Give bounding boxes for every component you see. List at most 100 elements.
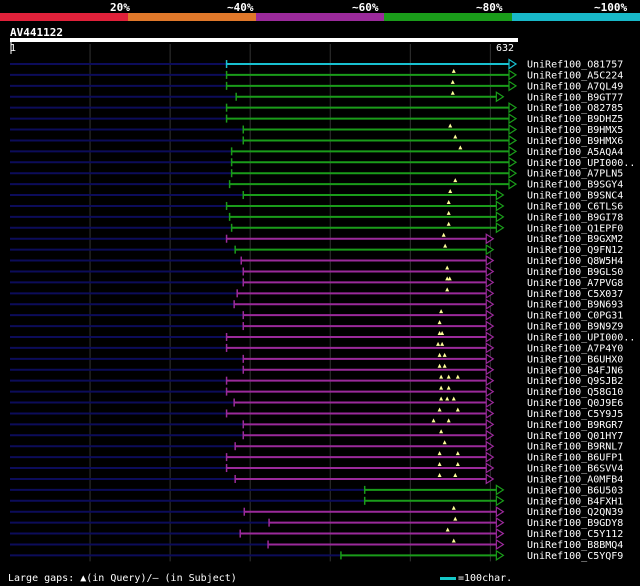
hit-name-link[interactable]: UniRef100_B6SVV4 bbox=[527, 464, 623, 475]
hit-row[interactable]: UniRef100_B4FXH1 bbox=[10, 495, 623, 507]
hit-row[interactable]: UniRef100_B9RGR7 bbox=[10, 418, 623, 431]
query-gap-icon bbox=[448, 189, 453, 194]
hit-name-link[interactable]: UniRef100_Q9SJB2 bbox=[527, 376, 623, 387]
hit-row[interactable]: UniRef100_O82785 bbox=[10, 102, 623, 114]
hit-row[interactable]: UniRef100_Q2QN39 bbox=[10, 505, 623, 518]
hit-row[interactable]: UniRef100_B9GLS0 bbox=[10, 265, 623, 278]
hit-name-link[interactable]: UniRef100_UPI000.. bbox=[527, 333, 635, 344]
hit-row[interactable]: UniRef100_Q8W5H4 bbox=[10, 254, 623, 267]
hit-name-link[interactable]: UniRef100_B9SGY4 bbox=[527, 180, 623, 191]
hit-row[interactable]: UniRef100_Q1EPF0 bbox=[10, 221, 623, 235]
hit-name-link[interactable]: UniRef100_Q58G10 bbox=[527, 387, 623, 398]
hit-name-link[interactable]: UniRef100_A5AQA4 bbox=[527, 147, 623, 158]
hit-name-link[interactable]: UniRef100_B9SNC4 bbox=[527, 191, 623, 202]
hit-name-link[interactable]: UniRef100_A7QL49 bbox=[527, 81, 623, 92]
hit-name-link[interactable]: UniRef100_UPI000.. bbox=[527, 158, 635, 169]
hit-row[interactable]: UniRef100_O81757 bbox=[10, 58, 623, 71]
hit-row[interactable]: UniRef100_B4FJN6 bbox=[10, 363, 623, 377]
hit-row[interactable]: UniRef100_A7QL49 bbox=[10, 79, 623, 93]
hit-row[interactable]: UniRef100_Q9SJB2 bbox=[10, 374, 623, 388]
hit-name-link[interactable]: UniRef100_A0MFB4 bbox=[527, 474, 623, 485]
hit-name-link[interactable]: UniRef100_B9DHZ5 bbox=[527, 114, 623, 125]
hit-name-link[interactable]: UniRef100_B9RGR7 bbox=[527, 420, 623, 431]
hit-name-link[interactable]: UniRef100_Q01HY7 bbox=[527, 431, 623, 442]
hit-row[interactable]: UniRef100_C6TLS6 bbox=[10, 199, 623, 213]
hit-row[interactable]: UniRef100_A5C224 bbox=[10, 68, 623, 82]
hit-row[interactable]: UniRef100_B9DHZ5 bbox=[10, 113, 623, 125]
hit-name-link[interactable]: UniRef100_B9HMX6 bbox=[527, 136, 623, 147]
hit-arrow-icon bbox=[495, 506, 505, 518]
hit-row[interactable]: UniRef100_Q9FN12 bbox=[10, 243, 623, 257]
hit-row[interactable]: UniRef100_C5Y112 bbox=[10, 527, 623, 541]
hit-name-link[interactable]: UniRef100_B6U503 bbox=[527, 485, 623, 496]
hit-row[interactable]: UniRef100_B8BMQ4 bbox=[10, 538, 623, 551]
hit-name-link[interactable]: UniRef100_C5YQF9 bbox=[527, 551, 623, 562]
hit-arrow-icon bbox=[485, 353, 495, 365]
hit-row[interactable]: UniRef100_B9GDY8 bbox=[10, 516, 623, 530]
hit-name-link[interactable]: UniRef100_C5Y112 bbox=[527, 529, 623, 540]
hit-row[interactable]: UniRef100_Q0J9E6 bbox=[10, 396, 623, 410]
hit-row[interactable]: UniRef100_UPI000.. bbox=[10, 156, 635, 169]
query-gap-icon bbox=[437, 462, 442, 467]
hit-row[interactable]: UniRef100_B9GI78 bbox=[10, 210, 623, 224]
hit-name-link[interactable]: UniRef100_B6UFP1 bbox=[527, 453, 623, 464]
hit-row[interactable]: UniRef100_Q01HY7 bbox=[10, 429, 623, 442]
hit-row[interactable]: UniRef100_B9RNL7 bbox=[10, 440, 623, 453]
hit-row[interactable]: UniRef100_B9N9Z9 bbox=[10, 320, 623, 333]
hit-name-link[interactable]: UniRef100_B9N693 bbox=[527, 300, 623, 311]
hit-row[interactable]: UniRef100_B9HMX6 bbox=[10, 134, 623, 147]
hit-row[interactable]: UniRef100_B6UHX0 bbox=[10, 352, 623, 366]
hit-name-link[interactable]: UniRef100_Q2QN39 bbox=[527, 507, 623, 518]
hit-row[interactable]: UniRef100_C5YQF9 bbox=[10, 549, 623, 562]
hit-name-link[interactable]: UniRef100_B8BMQ4 bbox=[527, 540, 623, 551]
hit-name-link[interactable]: UniRef100_Q0J9E6 bbox=[527, 398, 623, 409]
hit-name-link[interactable]: UniRef100_Q1EPF0 bbox=[527, 223, 623, 234]
hit-name-link[interactable]: UniRef100_B6UHX0 bbox=[527, 354, 623, 365]
hit-arrow-icon bbox=[508, 134, 518, 147]
hit-name-link[interactable]: UniRef100_C6TLS6 bbox=[527, 201, 623, 212]
hit-name-link[interactable]: UniRef100_B4FXH1 bbox=[527, 496, 623, 507]
hit-name-link[interactable]: UniRef100_Q9FN12 bbox=[527, 245, 623, 256]
hit-row[interactable]: UniRef100_C5Y9J5 bbox=[10, 407, 623, 420]
hit-row[interactable]: UniRef100_B9SNC4 bbox=[10, 189, 623, 202]
hit-name-link[interactable]: UniRef100_O82785 bbox=[527, 103, 623, 114]
hit-row[interactable]: UniRef100_C5X037 bbox=[10, 287, 623, 300]
hit-row[interactable]: UniRef100_A5AQA4 bbox=[10, 145, 623, 158]
hit-row[interactable]: UniRef100_A0MFB4 bbox=[10, 472, 623, 486]
hit-name-link[interactable]: UniRef100_C0PG31 bbox=[527, 311, 623, 322]
hit-row[interactable]: UniRef100_B6U503 bbox=[10, 484, 623, 496]
hit-name-link[interactable]: UniRef100_B9GDY8 bbox=[527, 518, 623, 529]
hit-row[interactable]: UniRef100_B9N693 bbox=[10, 298, 623, 311]
hit-name-link[interactable]: UniRef100_B4FJN6 bbox=[527, 365, 623, 376]
hit-row[interactable]: UniRef100_A7PLN5 bbox=[10, 167, 623, 180]
hit-row[interactable]: UniRef100_C0PG31 bbox=[10, 309, 623, 322]
gap-legend: Large gaps: ▲(in Query)/– (in Subject) bbox=[8, 573, 237, 584]
hit-row[interactable]: UniRef100_B9GXM2 bbox=[10, 232, 623, 246]
hit-row[interactable]: UniRef100_B9GT77 bbox=[10, 90, 623, 104]
hit-row[interactable]: UniRef100_B9SGY4 bbox=[10, 178, 623, 191]
hit-name-link[interactable]: UniRef100_A7P4Y0 bbox=[527, 343, 623, 354]
hit-name-link[interactable]: UniRef100_C5Y9J5 bbox=[527, 409, 623, 420]
hit-arrow-icon bbox=[495, 222, 505, 234]
hit-row[interactable]: UniRef100_B6UFP1 bbox=[10, 451, 623, 464]
hit-name-link[interactable]: UniRef100_B9N9Z9 bbox=[527, 322, 623, 333]
hit-name-link[interactable]: UniRef100_B9GI78 bbox=[527, 212, 623, 223]
hit-name-link[interactable]: UniRef100_O81757 bbox=[527, 60, 623, 71]
hit-row[interactable]: UniRef100_A7P4Y0 bbox=[10, 341, 623, 355]
hit-name-link[interactable]: UniRef100_B9HMX5 bbox=[527, 125, 623, 136]
hit-row[interactable]: UniRef100_UPI000.. bbox=[10, 331, 635, 344]
hit-name-link[interactable]: UniRef100_Q8W5H4 bbox=[527, 256, 623, 267]
hit-row[interactable]: UniRef100_B9HMX5 bbox=[10, 123, 623, 137]
hit-name-link[interactable]: UniRef100_A7PVG8 bbox=[527, 278, 623, 289]
hit-arrow-icon bbox=[485, 298, 495, 310]
hit-name-link[interactable]: UniRef100_A5C224 bbox=[527, 70, 623, 81]
hit-name-link[interactable]: UniRef100_B9GT77 bbox=[527, 92, 623, 103]
hit-row[interactable]: UniRef100_A7PVG8 bbox=[10, 276, 623, 289]
hit-row[interactable]: UniRef100_B6SVV4 bbox=[10, 462, 623, 475]
hit-name-link[interactable]: UniRef100_B9RNL7 bbox=[527, 442, 623, 453]
hit-name-link[interactable]: UniRef100_A7PLN5 bbox=[527, 169, 623, 180]
hit-name-link[interactable]: UniRef100_C5X037 bbox=[527, 289, 623, 300]
hit-row[interactable]: UniRef100_Q58G10 bbox=[10, 385, 623, 399]
hit-name-link[interactable]: UniRef100_B9GLS0 bbox=[527, 267, 623, 278]
hit-name-link[interactable]: UniRef100_B9GXM2 bbox=[527, 234, 623, 245]
